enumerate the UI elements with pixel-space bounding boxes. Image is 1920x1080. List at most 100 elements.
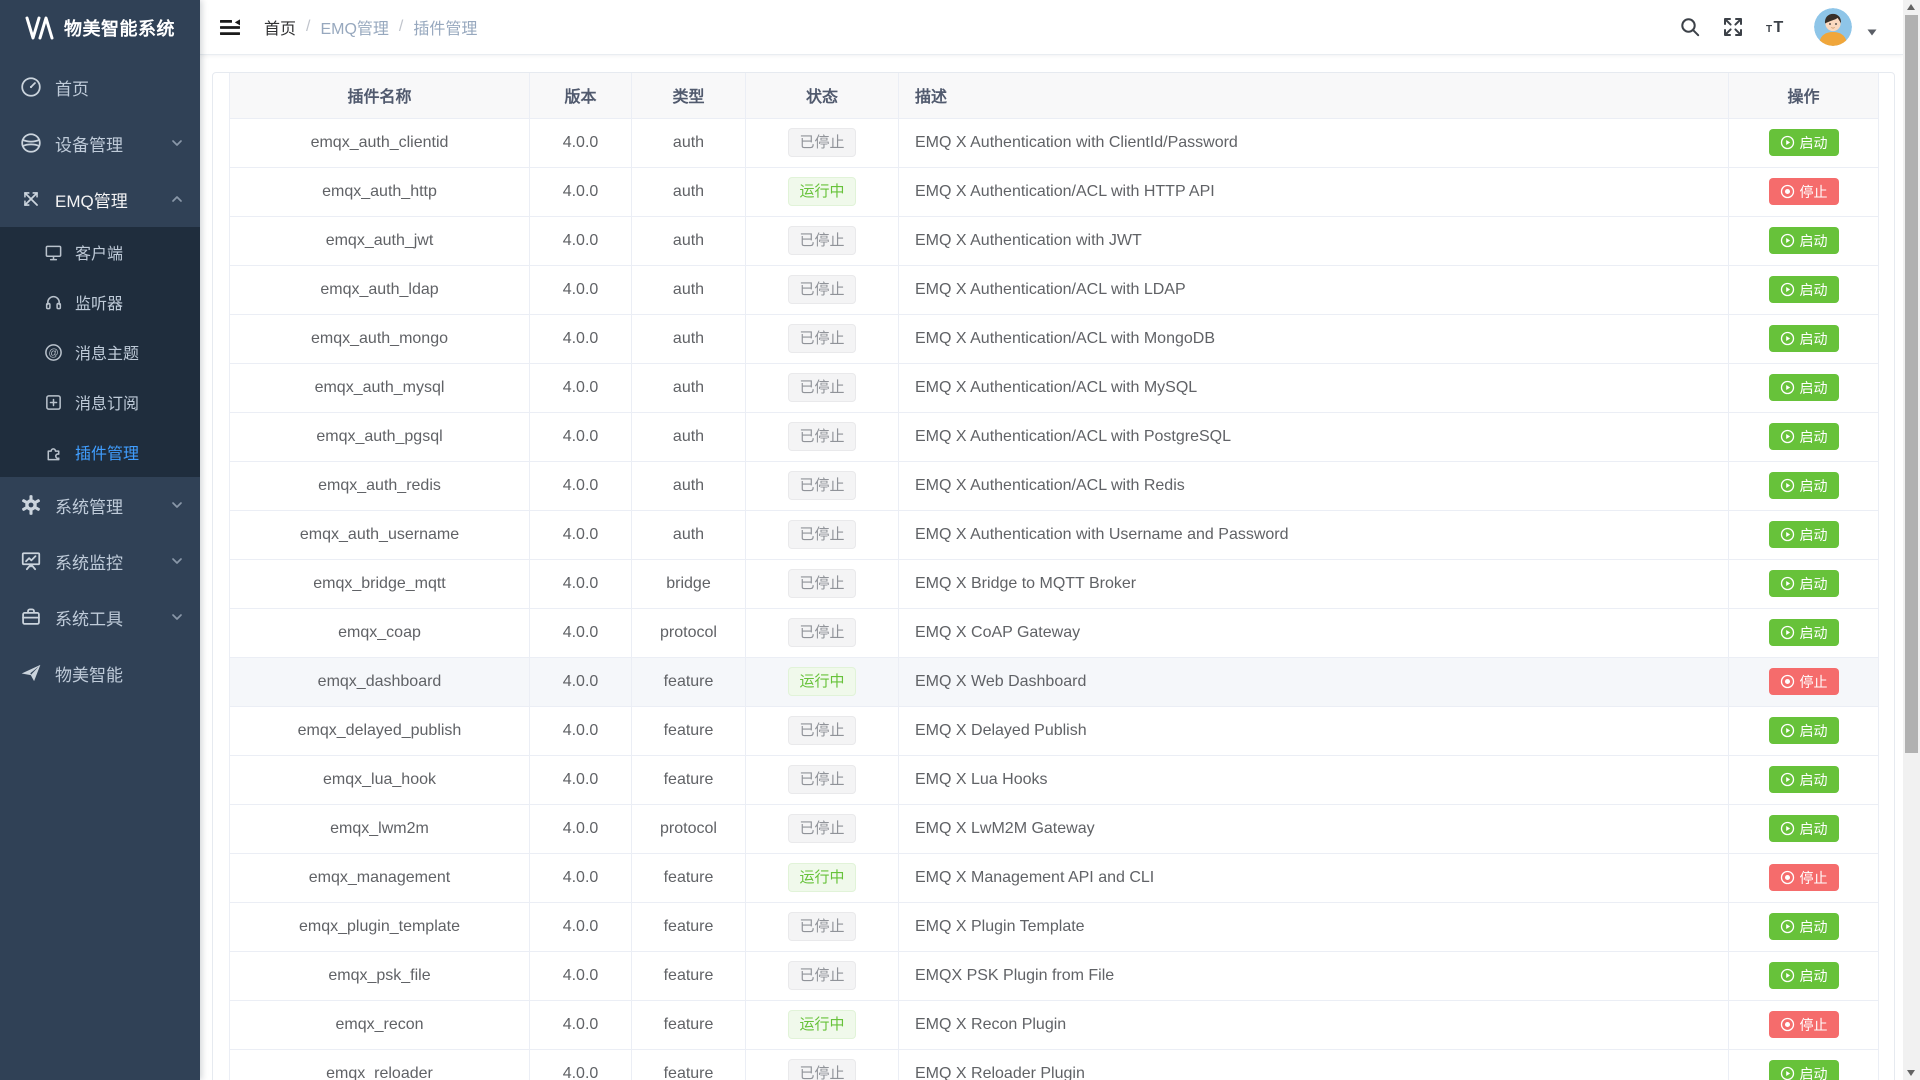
sidebar-item-device[interactable]: 设备管理 <box>0 115 200 171</box>
scrollbar-thumb[interactable] <box>1905 15 1918 753</box>
caret-down-icon[interactable] <box>1865 25 1879 39</box>
table-row: emqx_dashboard4.0.0feature运行中EMQ X Web D… <box>230 657 1879 706</box>
table-row: emqx_coap4.0.0protocol已停止EMQ X CoAP Gate… <box>230 608 1879 657</box>
stop-plugin-button[interactable]: 停止 <box>1769 668 1839 695</box>
start-plugin-button[interactable]: 启动 <box>1769 521 1839 548</box>
stop-plugin-button[interactable]: 停止 <box>1769 864 1839 891</box>
sidebar-item-tools[interactable]: 系统工具 <box>0 589 200 645</box>
cell-version: 4.0.0 <box>530 902 632 951</box>
scroll-up-arrow[interactable] <box>1903 0 1920 15</box>
plugin-table-card: 插件名称版本类型状态描述操作 emqx_auth_clientid4.0.0au… <box>212 72 1895 1080</box>
table-row: emqx_auth_http4.0.0auth运行中EMQ X Authenti… <box>230 167 1879 216</box>
cell-status: 已停止 <box>746 559 899 608</box>
status-badge: 已停止 <box>788 520 855 549</box>
breadcrumb-separator: / <box>306 18 310 36</box>
cell-description: EMQ X Authentication with JWT <box>899 216 1729 265</box>
start-plugin-button[interactable]: 启动 <box>1769 472 1839 499</box>
scroll-down-arrow[interactable] <box>1903 1065 1920 1080</box>
sidebar-item-listeners[interactable]: 监听器 <box>0 277 200 327</box>
table-row: emqx_auth_redis4.0.0auth已停止EMQ X Authent… <box>230 461 1879 510</box>
cell-version: 4.0.0 <box>530 412 632 461</box>
cell-action: 启动 <box>1729 461 1879 510</box>
cell-description: EMQ X Authentication/ACL with HTTP API <box>899 167 1729 216</box>
breadcrumb-item[interactable]: 首页 <box>264 15 296 39</box>
sidebar-item-subscriptions[interactable]: 消息订阅 <box>0 377 200 427</box>
start-plugin-button[interactable]: 启动 <box>1769 325 1839 352</box>
stop-plugin-button[interactable]: 停止 <box>1769 178 1839 205</box>
cell-type: feature <box>632 1000 746 1049</box>
sidebar-item-wumei[interactable]: 物美智能 <box>0 645 200 701</box>
gear-icon <box>20 494 42 516</box>
cell-description: EMQ X Plugin Template <box>899 902 1729 951</box>
status-badge: 已停止 <box>788 765 855 794</box>
column-header-name: 插件名称 <box>230 73 530 118</box>
cell-version: 4.0.0 <box>530 216 632 265</box>
font-size-icon[interactable]: TT <box>1765 16 1787 38</box>
stop-plugin-button[interactable]: 停止 <box>1769 1011 1839 1038</box>
table-row: emqx_auth_pgsql4.0.0auth已停止EMQ X Authent… <box>230 412 1879 461</box>
cell-type: auth <box>632 314 746 363</box>
cell-version: 4.0.0 <box>530 461 632 510</box>
fullscreen-icon[interactable] <box>1722 16 1744 38</box>
search-icon[interactable] <box>1679 16 1701 38</box>
button-label: 启动 <box>1800 920 1828 934</box>
cell-status: 已停止 <box>746 461 899 510</box>
cell-status: 已停止 <box>746 510 899 559</box>
sidebar-item-topics[interactable]: @消息主题 <box>0 327 200 377</box>
button-label: 启动 <box>1800 577 1828 591</box>
cell-type: feature <box>632 951 746 1000</box>
button-label: 启动 <box>1800 283 1828 297</box>
client-icon <box>44 243 63 262</box>
cell-action: 停止 <box>1729 1000 1879 1049</box>
start-plugin-button[interactable]: 启动 <box>1769 913 1839 940</box>
table-row: emqx_bridge_mqtt4.0.0bridge已停止EMQ X Brid… <box>230 559 1879 608</box>
cell-status: 已停止 <box>746 314 899 363</box>
start-plugin-button[interactable]: 启动 <box>1769 570 1839 597</box>
start-plugin-button[interactable]: 启动 <box>1769 619 1839 646</box>
sidebar-fold-icon[interactable] <box>219 17 241 38</box>
start-plugin-button[interactable]: 启动 <box>1769 717 1839 744</box>
start-plugin-button[interactable]: 启动 <box>1769 962 1839 989</box>
start-plugin-button[interactable]: 启动 <box>1769 276 1839 303</box>
app-title: 物美智能系统 <box>64 15 175 41</box>
devices-icon <box>20 132 42 154</box>
start-plugin-button[interactable]: 启动 <box>1769 1060 1839 1080</box>
status-badge: 已停止 <box>788 275 855 304</box>
cell-description: EMQ X Web Dashboard <box>899 657 1729 706</box>
sidebar-item-plugins[interactable]: 插件管理 <box>0 427 200 477</box>
sidebar-item-emq[interactable]: EMQ管理 <box>0 171 200 227</box>
vertical-scrollbar[interactable] <box>1903 0 1920 1080</box>
table-row: emqx_auth_username4.0.0auth已停止EMQ X Auth… <box>230 510 1879 559</box>
cell-action: 启动 <box>1729 902 1879 951</box>
sidebar-item-monitor[interactable]: 系统监控 <box>0 533 200 589</box>
status-badge: 已停止 <box>788 324 855 353</box>
cell-status: 已停止 <box>746 951 899 1000</box>
cell-action: 启动 <box>1729 412 1879 461</box>
start-plugin-button[interactable]: 启动 <box>1769 227 1839 254</box>
cell-description: EMQ X Delayed Publish <box>899 706 1729 755</box>
start-plugin-button[interactable]: 启动 <box>1769 766 1839 793</box>
cell-version: 4.0.0 <box>530 167 632 216</box>
start-plugin-button[interactable]: 启动 <box>1769 129 1839 156</box>
app-logo[interactable]: 物美智能系统 <box>0 0 200 55</box>
sidebar-item-home[interactable]: 首页 <box>0 59 200 115</box>
logo-icon <box>25 16 55 40</box>
sidebar-item-label: 设备管理 <box>55 131 123 156</box>
start-plugin-button[interactable]: 启动 <box>1769 374 1839 401</box>
cell-type: feature <box>632 1049 746 1080</box>
cell-type: protocol <box>632 804 746 853</box>
sidebar-item-clients[interactable]: 客户端 <box>0 227 200 277</box>
cell-action: 停止 <box>1729 167 1879 216</box>
cell-type: bridge <box>632 559 746 608</box>
status-badge: 已停止 <box>788 373 855 402</box>
play-circle-icon <box>1780 821 1795 836</box>
start-plugin-button[interactable]: 启动 <box>1769 423 1839 450</box>
cell-description: EMQ X Authentication/ACL with Redis <box>899 461 1729 510</box>
cell-description: EMQX PSK Plugin from File <box>899 951 1729 1000</box>
avatar[interactable] <box>1814 8 1852 46</box>
play-circle-icon <box>1780 429 1795 444</box>
cell-status: 已停止 <box>746 755 899 804</box>
start-plugin-button[interactable]: 启动 <box>1769 815 1839 842</box>
sidebar-item-system[interactable]: 系统管理 <box>0 477 200 533</box>
cell-description: EMQ X Bridge to MQTT Broker <box>899 559 1729 608</box>
